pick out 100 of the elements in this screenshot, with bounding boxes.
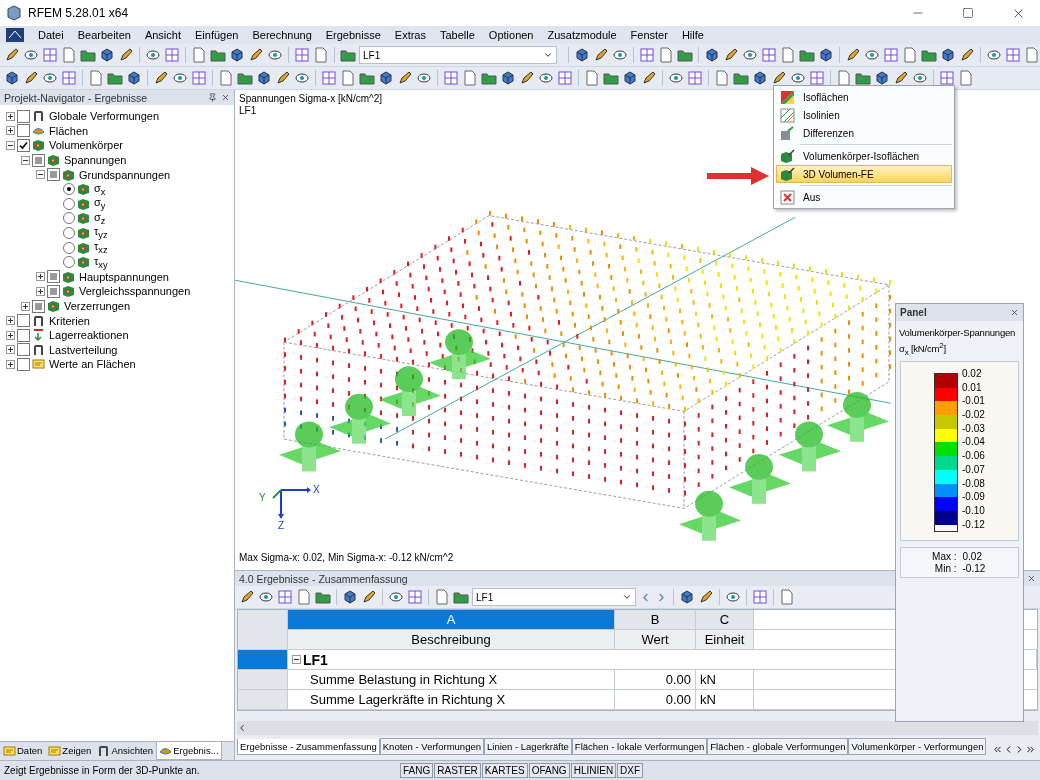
pencil-icon[interactable] xyxy=(959,47,975,63)
tree-item-label[interactable]: τ$_{yz}$ xyxy=(94,225,108,241)
folder-icon[interactable] xyxy=(733,70,749,86)
tree-item-label[interactable]: Verzerrungen xyxy=(64,300,131,312)
tree-radio[interactable] xyxy=(63,227,75,240)
menu-item[interactable]: Tabelle xyxy=(440,29,475,41)
collapse-icon[interactable] xyxy=(36,170,45,180)
tree-item-label[interactable]: Werte an Flächen xyxy=(49,358,136,371)
page-icon[interactable] xyxy=(434,589,450,605)
tree-item-label[interactable]: τ$_{xz}$ xyxy=(94,240,108,256)
pencil-icon[interactable] xyxy=(361,589,377,605)
tree-checkbox[interactable] xyxy=(17,124,30,138)
status-toggle[interactable]: KARTES xyxy=(481,763,528,778)
grid-icon[interactable] xyxy=(294,47,310,63)
grid-icon[interactable] xyxy=(61,70,77,86)
folder-icon[interactable] xyxy=(799,47,815,63)
cube-icon[interactable] xyxy=(752,70,768,86)
expand-icon[interactable] xyxy=(6,316,15,326)
eye-icon[interactable] xyxy=(864,47,880,63)
navigator-tab[interactable]: Ergebnis... xyxy=(156,742,222,760)
pencil-icon[interactable] xyxy=(593,47,609,63)
cube-icon[interactable] xyxy=(378,70,394,86)
tree-radio[interactable] xyxy=(63,183,75,196)
eye-icon[interactable] xyxy=(668,70,684,86)
tree-item-label[interactable]: Lastverteilung xyxy=(49,343,118,356)
first-tab-icon[interactable] xyxy=(992,744,1003,755)
grid-icon[interactable] xyxy=(1005,47,1021,63)
folder-icon[interactable] xyxy=(453,589,469,605)
page-icon[interactable] xyxy=(584,70,600,86)
cube-icon[interactable] xyxy=(500,70,516,86)
navigator-tab[interactable]: Ansichten xyxy=(94,742,157,760)
collapse-icon[interactable] xyxy=(6,141,15,150)
tree-checkbox[interactable] xyxy=(17,343,30,357)
eye-icon[interactable] xyxy=(388,589,404,605)
tree-item-label[interactable]: Kriterien xyxy=(49,314,90,327)
status-toggle[interactable]: RASTER xyxy=(434,763,481,778)
tree-checkbox[interactable] xyxy=(17,328,30,342)
eye-icon[interactable] xyxy=(172,70,188,86)
menu-option[interactable]: Aus xyxy=(776,188,952,206)
menu-option[interactable]: Isolinien xyxy=(776,106,952,124)
close-icon[interactable] xyxy=(1027,574,1036,583)
grid-icon[interactable] xyxy=(639,47,655,63)
tree-item-label[interactable]: Vergleichsspannungen xyxy=(79,285,191,298)
horizontal-scrollbar[interactable] xyxy=(237,721,1038,735)
tree-item-label[interactable]: Lagerreaktionen xyxy=(49,329,129,342)
cube-icon[interactable] xyxy=(874,70,890,86)
menu-item[interactable]: Ergebnisse xyxy=(325,29,381,41)
expand-icon[interactable] xyxy=(6,126,15,136)
expand-icon[interactable] xyxy=(21,301,30,311)
tree-item-label[interactable]: σ$_{y}$ xyxy=(94,196,106,212)
collapse-icon[interactable] xyxy=(21,155,30,165)
pencil-icon[interactable] xyxy=(723,47,739,63)
page-icon[interactable] xyxy=(61,47,77,63)
menu-item[interactable]: Einfügen xyxy=(195,29,239,41)
eye-icon[interactable] xyxy=(538,70,554,86)
tree-item-label[interactable]: Grundspannungen xyxy=(79,168,171,181)
loadcase-dropdown[interactable]: LF1 xyxy=(472,588,636,606)
eye-icon[interactable] xyxy=(790,70,806,86)
folder-icon[interactable] xyxy=(107,70,123,86)
grid-icon[interactable] xyxy=(42,47,58,63)
folder-icon[interactable] xyxy=(921,47,937,63)
menu-item[interactable]: Bearbeiten xyxy=(77,29,131,41)
expand-icon[interactable] xyxy=(6,359,15,369)
eye-icon[interactable] xyxy=(986,47,1002,63)
cube-icon[interactable] xyxy=(126,70,142,86)
cube-icon[interactable] xyxy=(256,70,272,86)
pencil-icon[interactable] xyxy=(239,589,255,605)
grid-icon[interactable] xyxy=(443,70,459,86)
expand-icon[interactable] xyxy=(6,345,15,355)
expand-icon[interactable] xyxy=(6,111,15,121)
status-toggle[interactable]: FANG xyxy=(400,763,434,778)
tree-item-label[interactable]: Globale Verformungen xyxy=(49,110,160,123)
eye-icon[interactable] xyxy=(912,70,928,86)
eye-icon[interactable] xyxy=(294,70,310,86)
eye-icon[interactable] xyxy=(742,47,758,63)
cube-icon[interactable] xyxy=(342,589,358,605)
folder-icon[interactable] xyxy=(315,589,331,605)
pencil-icon[interactable] xyxy=(153,70,169,86)
cube-icon[interactable] xyxy=(574,47,590,63)
folder-icon[interactable] xyxy=(340,47,356,63)
page-icon[interactable] xyxy=(779,589,795,605)
eye-icon[interactable] xyxy=(416,70,432,86)
eye-icon[interactable] xyxy=(725,589,741,605)
system-menu-icon[interactable] xyxy=(6,28,24,42)
scroll-left-icon[interactable] xyxy=(237,723,247,733)
tree-item-label[interactable]: σ$_{x}$ xyxy=(94,181,106,197)
menu-option[interactable]: Volumenkörper-Isoflächen xyxy=(776,147,952,165)
page-icon[interactable] xyxy=(340,70,356,86)
page-icon[interactable] xyxy=(218,70,234,86)
collapse-icon[interactable] xyxy=(292,655,301,664)
grid-icon[interactable] xyxy=(277,589,293,605)
page-icon[interactable] xyxy=(296,589,312,605)
cube-icon[interactable] xyxy=(99,47,115,63)
column-letter[interactable]: B xyxy=(615,610,696,630)
grid-icon[interactable] xyxy=(752,589,768,605)
eye-icon[interactable] xyxy=(145,47,161,63)
table-tab[interactable]: Flächen - lokale Verformungen xyxy=(571,738,708,755)
last-tab-icon[interactable] xyxy=(1025,744,1036,755)
page-icon[interactable] xyxy=(902,47,918,63)
menu-item[interactable]: Optionen xyxy=(488,29,534,41)
